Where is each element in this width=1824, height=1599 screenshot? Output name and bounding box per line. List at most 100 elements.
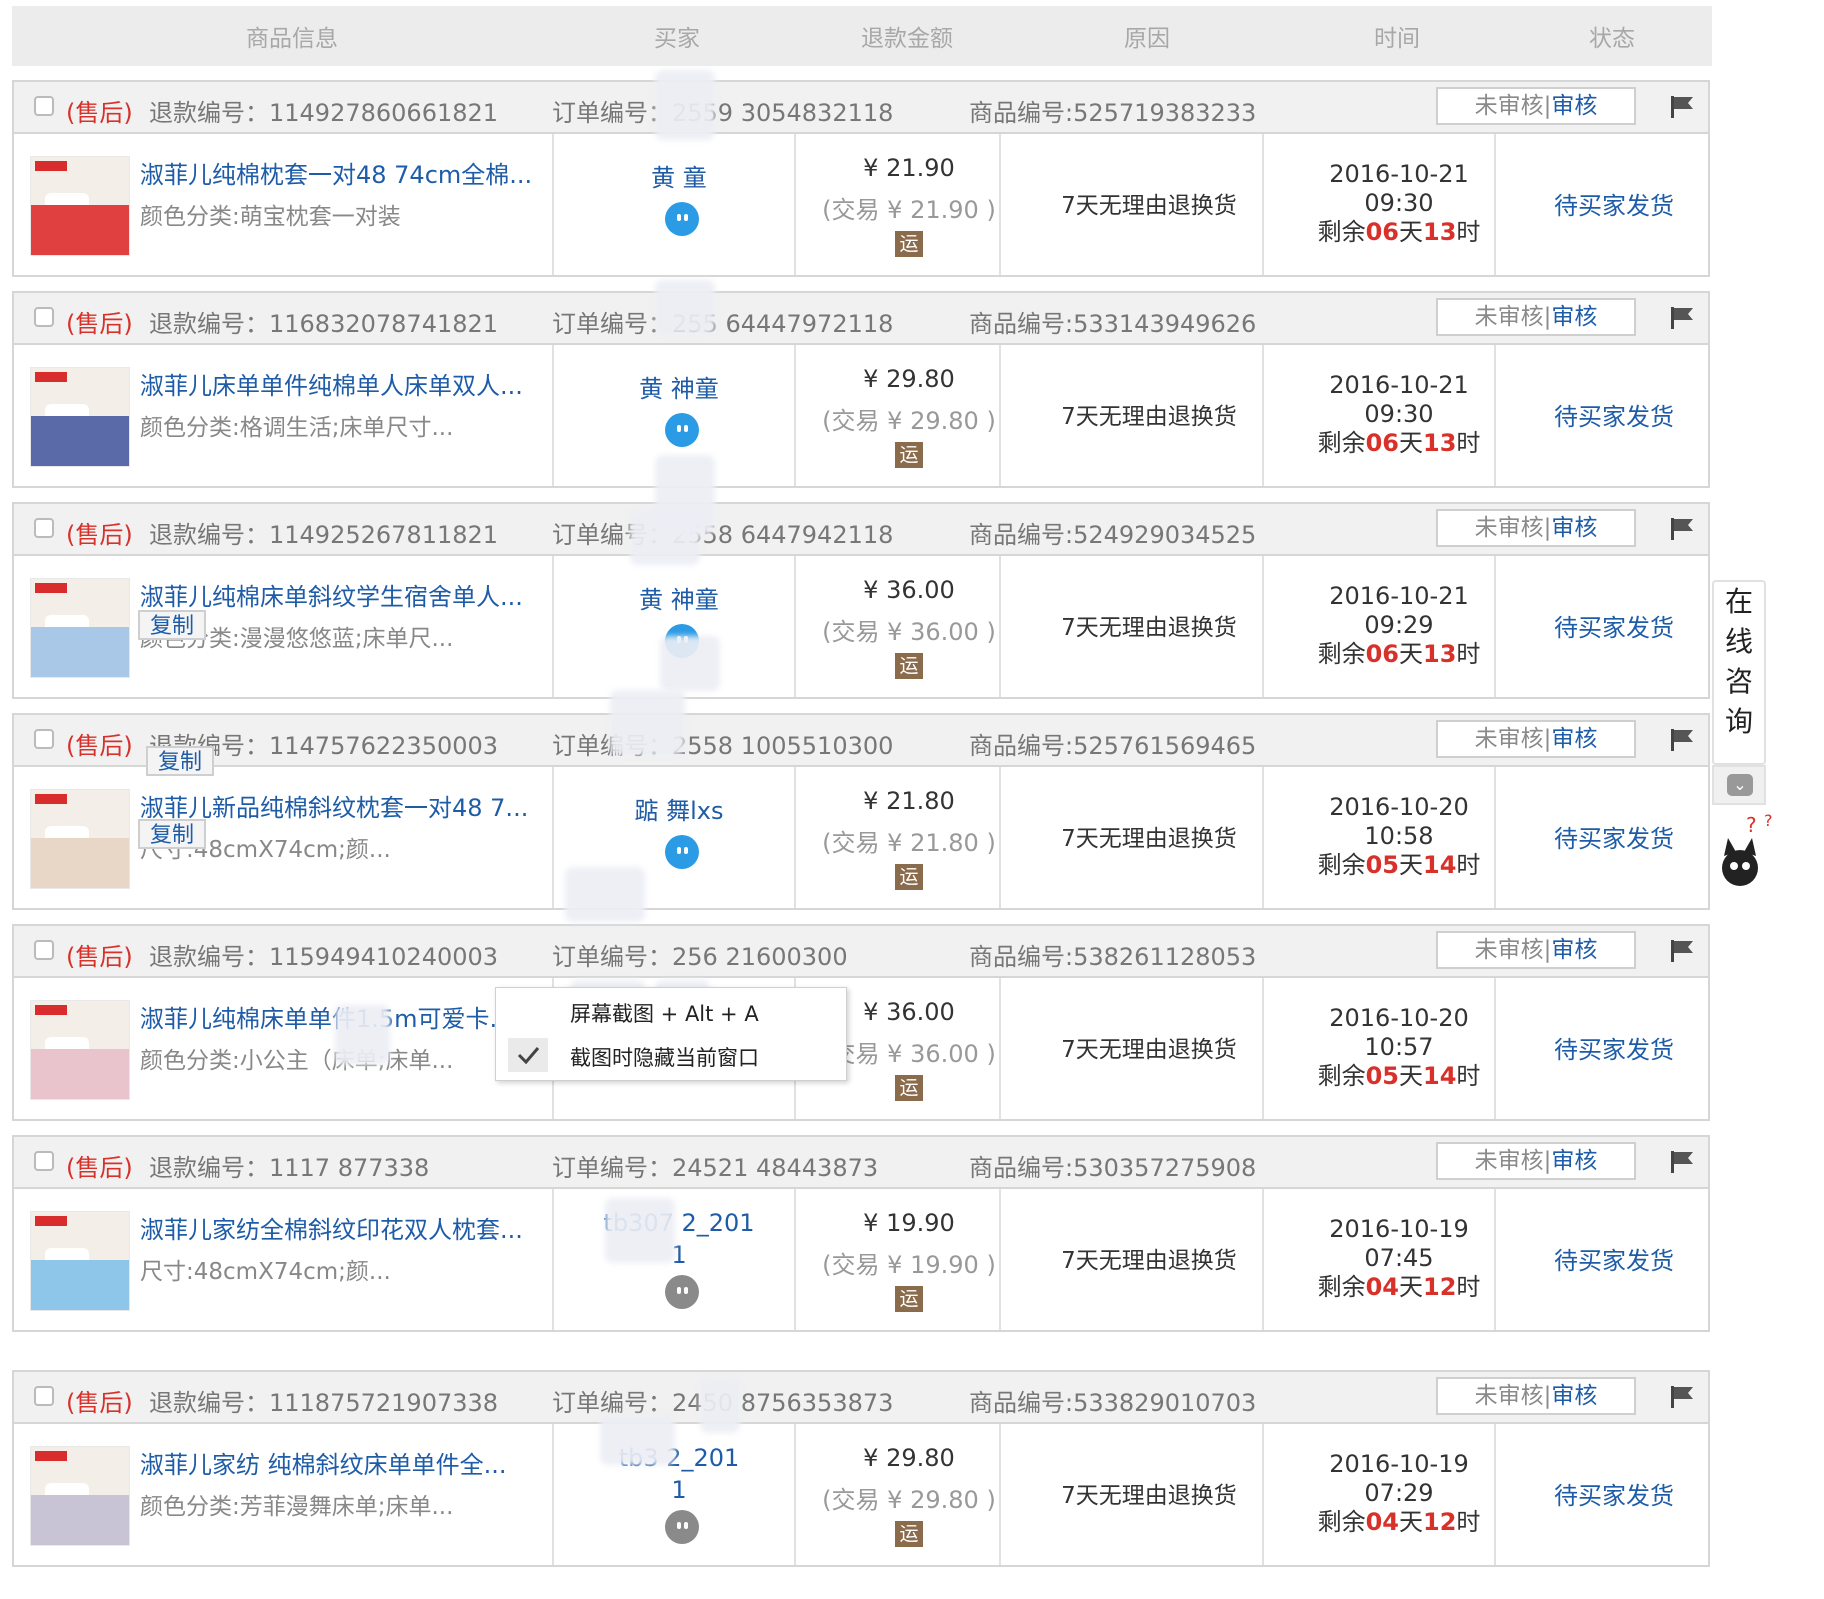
- product-thumbnail[interactable]: [30, 367, 130, 467]
- shipping-icon[interactable]: 运: [895, 1286, 923, 1312]
- shipping-icon[interactable]: 运: [895, 1521, 923, 1547]
- status-link[interactable]: 待买家发货: [1519, 819, 1709, 854]
- review-button[interactable]: 未审核|审核: [1436, 1377, 1636, 1415]
- flag-icon[interactable]: [1669, 939, 1695, 963]
- order-row: (售后) 退款编号：116832078741821 订单编号：255 64447…: [12, 291, 1710, 488]
- status-link[interactable]: 待买家发货: [1519, 1030, 1709, 1065]
- status-link[interactable]: 待买家发货: [1519, 608, 1709, 643]
- product-thumbnail[interactable]: [30, 789, 130, 889]
- product-thumbnail[interactable]: [30, 1446, 130, 1546]
- copy-tooltip[interactable]: 复制: [138, 610, 207, 640]
- brand-logo: [35, 372, 67, 382]
- status-link[interactable]: 待买家发货: [1519, 186, 1709, 221]
- after-sale-tag: (售后): [66, 521, 133, 549]
- buyer-name[interactable]: 黄 神童: [562, 369, 796, 404]
- product-title-link[interactable]: 淑菲儿家纺 纯棉斜纹床单单件全...: [140, 1445, 507, 1480]
- wangwang-chat-icon[interactable]: [665, 835, 699, 869]
- product-title-link[interactable]: 淑菲儿纯棉枕套一对48 74cm全棉...: [140, 155, 532, 190]
- product-thumbnail[interactable]: [30, 1211, 130, 1311]
- refund-number: 退款编号：111875721907338: [149, 1389, 499, 1417]
- bedding-shape: [31, 838, 129, 888]
- buyer-name[interactable]: 黄 神童: [562, 580, 796, 615]
- review-button[interactable]: 未审核|审核: [1436, 720, 1636, 758]
- select-checkbox[interactable]: [34, 1386, 54, 1406]
- order-number: 订单编号：24521 48443873: [552, 1154, 879, 1182]
- divider: [552, 1189, 554, 1330]
- flag-icon[interactable]: [1669, 728, 1695, 752]
- product-spec: 颜色分类:萌宝枕套一对装: [140, 204, 401, 230]
- divider: [794, 345, 796, 486]
- expand-toggle[interactable]: ⌄: [1712, 765, 1766, 805]
- product-title-link[interactable]: 淑菲儿新品纯棉斜纹枕套一对48 7...: [140, 788, 528, 823]
- trade-amount: (交易 ¥ 29.80 ): [822, 407, 996, 435]
- brand-logo: [35, 1451, 67, 1461]
- consult-char: 在: [1724, 585, 1753, 618]
- flag-icon[interactable]: [1669, 306, 1695, 330]
- product-spec: 尺寸:48cmX74cm;颜...: [140, 1259, 391, 1285]
- buyer-name[interactable]: 黄 童: [562, 158, 796, 193]
- wangwang-chat-icon[interactable]: [665, 1275, 699, 1309]
- status-link[interactable]: 待买家发货: [1519, 397, 1709, 432]
- item-number: 商品编号:530357275908: [969, 1154, 1257, 1182]
- refund-reason: 7天无理由退换货: [1061, 826, 1237, 852]
- tmall-cat-icon[interactable]: ? ?: [1712, 810, 1782, 900]
- flag-icon[interactable]: [1669, 517, 1695, 541]
- order-header: (售后) 退款编号：115949410240003 订单编号：256 21600…: [14, 926, 1708, 978]
- review-button[interactable]: 未审核|审核: [1436, 509, 1636, 547]
- brand-logo: [35, 1005, 67, 1015]
- flag-icon[interactable]: [1669, 1150, 1695, 1174]
- product-title-link[interactable]: 淑菲儿纯棉床单斜纹学生宿舍单人...: [140, 577, 523, 612]
- online-consult-panel[interactable]: 在 线 咨 询: [1712, 580, 1766, 765]
- buyer-name[interactable]: tb307 2_201 1: [562, 1207, 796, 1271]
- shipping-icon[interactable]: 运: [895, 864, 923, 890]
- shipping-icon[interactable]: 运: [895, 1075, 923, 1101]
- divider: [552, 556, 554, 697]
- status-link[interactable]: 待买家发货: [1519, 1241, 1709, 1276]
- refund-reason: 7天无理由退换货: [1061, 615, 1237, 641]
- col-status-header: 状态: [1589, 26, 1635, 52]
- chevron-down-icon: ⌄: [1727, 774, 1753, 796]
- wangwang-chat-icon[interactable]: [665, 1510, 699, 1544]
- select-checkbox[interactable]: [34, 940, 54, 960]
- product-thumbnail[interactable]: [30, 156, 130, 256]
- select-checkbox[interactable]: [34, 729, 54, 749]
- product-thumbnail[interactable]: [30, 578, 130, 678]
- refund-time: 2016-10-21 09:30 剩余06天13时: [1317, 160, 1481, 246]
- consult-char: 询: [1724, 705, 1753, 738]
- wangwang-chat-icon[interactable]: [665, 413, 699, 447]
- bedding-shape: [31, 205, 129, 255]
- trade-amount: (交易 ¥ 19.90 ): [822, 1251, 996, 1279]
- order-header: (售后) 退款编号：114925267811821 订单编号：2558 6447…: [14, 504, 1708, 556]
- copy-tooltip[interactable]: 复制: [146, 746, 215, 776]
- select-checkbox[interactable]: [34, 96, 54, 116]
- menu-item-screenshot[interactable]: 屏幕截图 + Alt + A: [570, 998, 759, 1028]
- shipping-icon[interactable]: 运: [895, 653, 923, 679]
- flag-icon[interactable]: [1669, 95, 1695, 119]
- product-spec: 颜色分类:小公主（床单;床单...: [140, 1048, 454, 1074]
- review-button[interactable]: 未审核|审核: [1436, 87, 1636, 125]
- product-title-link[interactable]: 淑菲儿家纺全棉斜纹印花双人枕套...: [140, 1210, 523, 1245]
- menu-item-hide-window[interactable]: 截图时隐藏当前窗口: [570, 1042, 759, 1072]
- product-title-link[interactable]: 淑菲儿床单单件纯棉单人床单双人...: [140, 366, 523, 401]
- buyer-name[interactable]: tb3 2_201 1: [562, 1442, 796, 1506]
- refund-amount: ¥ 29.80: [863, 365, 955, 393]
- review-button[interactable]: 未审核|审核: [1436, 298, 1636, 336]
- select-checkbox[interactable]: [34, 1151, 54, 1171]
- order-row: (售后) 退款编号：114925267811821 订单编号：2558 6447…: [12, 502, 1710, 699]
- select-checkbox[interactable]: [34, 518, 54, 538]
- copy-tooltip[interactable]: 复制: [138, 819, 207, 849]
- flag-icon[interactable]: [1669, 1385, 1695, 1409]
- after-sale-tag: (售后): [66, 99, 133, 127]
- product-thumbnail[interactable]: [30, 1000, 130, 1100]
- review-button[interactable]: 未审核|审核: [1436, 1142, 1636, 1180]
- wangwang-chat-icon[interactable]: [665, 202, 699, 236]
- order-row: (售后) 退款编号：111875721907338 订单编号：2450 8756…: [12, 1370, 1710, 1567]
- buyer-name[interactable]: 踮 舞lxs: [562, 791, 796, 826]
- select-checkbox[interactable]: [34, 307, 54, 327]
- after-sale-tag: (售后): [66, 732, 133, 760]
- shipping-icon[interactable]: 运: [895, 231, 923, 257]
- review-button[interactable]: 未审核|审核: [1436, 931, 1636, 969]
- status-link[interactable]: 待买家发货: [1519, 1476, 1709, 1511]
- product-title-link[interactable]: 淑菲儿纯棉床单单件1.5m可爱卡...: [140, 999, 512, 1034]
- shipping-icon[interactable]: 运: [895, 442, 923, 468]
